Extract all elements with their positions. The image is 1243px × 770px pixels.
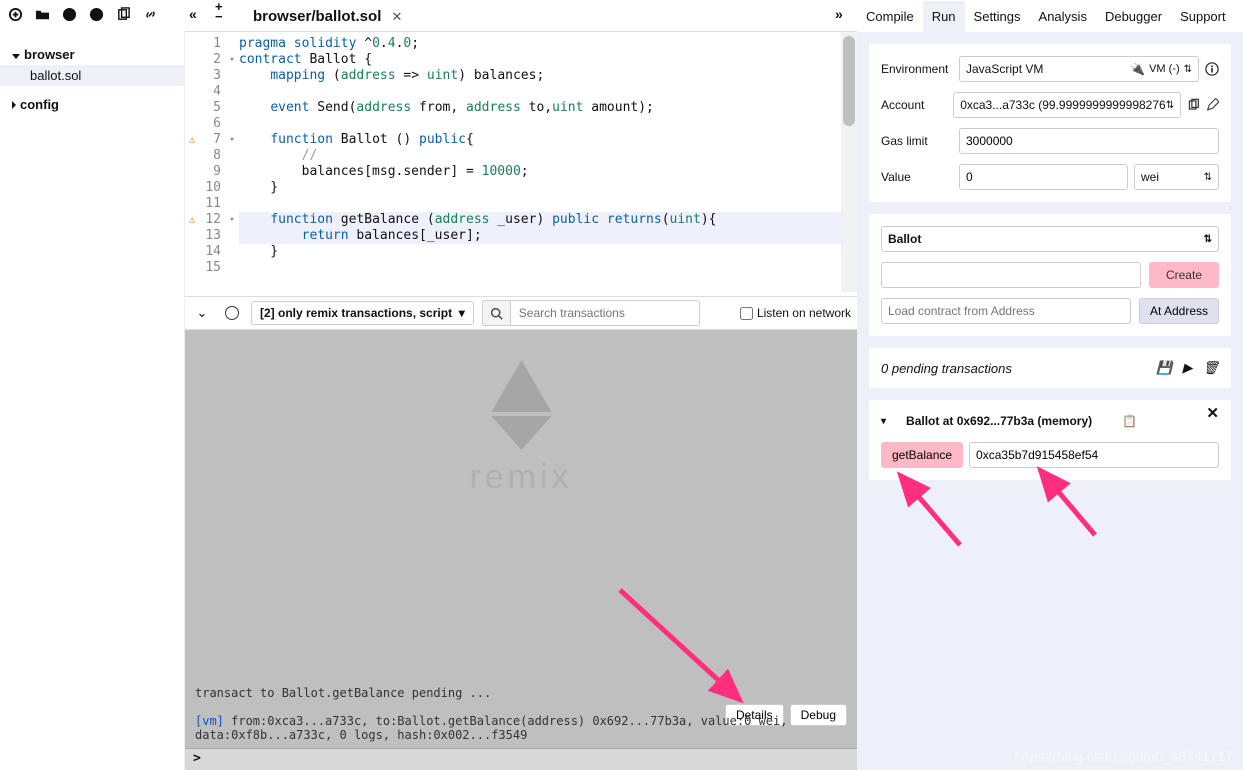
editor-scrollbar[interactable] <box>841 32 857 292</box>
new-file-icon[interactable] <box>8 7 23 25</box>
link-icon[interactable] <box>143 7 158 25</box>
console-line-pending: transact to Ballot.getBalance pending ..… <box>195 686 847 700</box>
toggle-terminal-icon[interactable]: ⌄ <box>191 302 213 324</box>
account-label: Account <box>881 98 953 112</box>
value-label: Value <box>881 170 959 184</box>
value-unit-select[interactable]: wei⇅ <box>1134 164 1219 190</box>
tab-analysis[interactable]: Analysis <box>1030 1 1096 32</box>
watermark: https://blog.csdn.net/m0_48741717 <box>1014 748 1233 764</box>
environment-label: Environment <box>881 62 959 76</box>
chevron-down-icon: ▾ <box>459 306 465 320</box>
code-editor[interactable]: ⚠⚠ 123456789101112131415 ▾▾▾ pragma soli… <box>185 32 857 292</box>
gas-limit-input[interactable] <box>959 128 1219 154</box>
account-select[interactable]: 0xca3...a733c (99.9999999999998276 ⇅ <box>953 92 1181 118</box>
terminal-console: remix Details Debug transact to Ballot.g… <box>185 330 857 748</box>
deploy-card: Ballot⇅ Create At Address <box>869 214 1231 336</box>
console-output: transact to Ballot.getBalance pending ..… <box>195 684 847 742</box>
getbalance-button[interactable]: getBalance <box>881 442 963 468</box>
contract-select[interactable]: Ballot⇅ <box>881 226 1219 252</box>
github-alt-icon[interactable] <box>89 7 104 25</box>
copy-files-icon[interactable] <box>116 7 131 25</box>
folder-config[interactable]: config <box>0 94 184 115</box>
instance-title: Ballot at 0x692...77b3a (memory) <box>906 414 1092 428</box>
tab-settings[interactable]: Settings <box>965 1 1030 32</box>
edit-icon[interactable] <box>1206 98 1219 112</box>
open-folder-icon[interactable] <box>35 7 50 25</box>
github-icon[interactable] <box>62 7 77 25</box>
pending-tx-text: 0 pending transactions <box>881 361 1012 376</box>
search-transactions-input[interactable] <box>510 300 700 326</box>
at-address-button[interactable]: At Address <box>1139 298 1219 324</box>
create-button[interactable]: Create <box>1149 262 1219 288</box>
editor-tabs: browser/ballot.sol ✕ <box>185 0 857 32</box>
collapse-right-icon[interactable]: » <box>835 6 843 22</box>
save-icon[interactable]: 💾 <box>1156 360 1172 376</box>
getbalance-input[interactable] <box>969 442 1219 468</box>
environment-card: Environment JavaScript VM 🔌 VM (-) ⇅ Acc… <box>869 44 1231 202</box>
terminal-toolbar: ⌄ [2] only remix transactions, script ▾ … <box>185 296 857 330</box>
tab-title: browser/ballot.sol <box>253 8 381 25</box>
listen-checkbox[interactable] <box>740 307 753 320</box>
info-icon[interactable] <box>1205 62 1219 76</box>
right-tabs: Compile Run Settings Analysis Debugger S… <box>857 0 1243 32</box>
tab-ballot[interactable]: browser/ballot.sol ✕ <box>245 2 410 31</box>
constructor-args-input[interactable] <box>881 262 1141 288</box>
chevron-down-icon: ⇅ <box>1166 100 1174 111</box>
file-explorer: browser ballot.sol config <box>0 32 185 770</box>
copy-icon[interactable] <box>1187 98 1200 112</box>
value-input[interactable] <box>959 164 1128 190</box>
copy-address-icon[interactable]: 📋 <box>1122 414 1137 428</box>
plug-icon: 🔌 <box>1130 62 1145 76</box>
terminal-prompt[interactable]: > <box>185 748 857 770</box>
remix-logo: remix <box>469 360 572 497</box>
listen-network-toggle[interactable]: Listen on network <box>740 306 851 320</box>
pending-tx-card: 0 pending transactions 💾 ▶ 🗑 <box>869 348 1231 388</box>
terminal-filter-select[interactable]: [2] only remix transactions, script ▾ <box>251 301 474 325</box>
play-icon[interactable]: ▶ <box>1182 360 1192 376</box>
tab-compile[interactable]: Compile <box>857 1 923 32</box>
console-line-vm: [vm] from:0xca3...a733c, to:Ballot.getBa… <box>195 714 847 742</box>
trash-icon[interactable]: 🗑 <box>1202 360 1219 376</box>
chevron-down-icon: ⇅ <box>1204 234 1212 245</box>
chevron-down-icon: ⇅ <box>1184 64 1192 75</box>
tab-support[interactable]: Support <box>1171 1 1235 32</box>
contract-instance-card: ▾ Ballot at 0x692...77b3a (memory) 📋 ✕ g… <box>869 400 1231 480</box>
gas-limit-label: Gas limit <box>881 134 959 148</box>
environment-select[interactable]: JavaScript VM 🔌 VM (-) ⇅ <box>959 56 1199 82</box>
close-instance-icon[interactable]: ✕ <box>1206 404 1219 422</box>
folder-browser[interactable]: browser <box>0 44 184 65</box>
file-ballot[interactable]: ballot.sol <box>0 65 184 86</box>
collapse-instance-icon[interactable]: ▾ <box>881 416 886 427</box>
collapse-left-icon[interactable]: « <box>189 6 197 22</box>
load-address-input[interactable] <box>881 298 1131 324</box>
font-size-controls[interactable]: +− <box>215 2 223 22</box>
chevron-down-icon: ⇅ <box>1204 172 1212 183</box>
tab-debugger[interactable]: Debugger <box>1096 1 1171 32</box>
close-tab-icon[interactable]: ✕ <box>392 9 403 24</box>
left-icon-toolbar <box>0 0 185 32</box>
search-icon[interactable] <box>482 300 510 326</box>
editor-area: « +− browser/ballot.sol ✕ ⚠⚠ 12345678910… <box>185 0 857 770</box>
clear-terminal-icon[interactable] <box>221 302 243 324</box>
right-panel: » Compile Run Settings Analysis Debugger… <box>857 0 1243 770</box>
tab-run[interactable]: Run <box>923 1 965 32</box>
